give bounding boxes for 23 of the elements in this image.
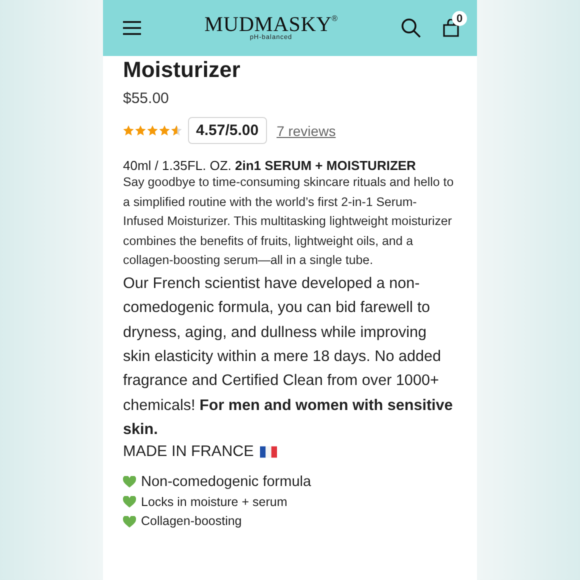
price: $55.00 (123, 90, 170, 108)
rating-score: 4.57/5.00 (188, 117, 267, 144)
logo[interactable]: MUDMASKY (204, 15, 332, 33)
star-icon (135, 125, 146, 136)
star-icon (171, 125, 182, 136)
description: Say goodbye to time-consuming skincare rituals and hello to a simplified routine with the world’s first 2-in-1 Serum-Infused Moisturizer. This multitasking lightweight moisturizer combines the benefits of fruits, lightweight oils, and a collagen-boosting serum—all in a single tube. (123, 174, 455, 270)
origin-text: MADE IN FRANCE (123, 442, 254, 461)
bag-icon[interactable] (443, 19, 459, 37)
registered-mark: ® (332, 15, 338, 23)
cart-count: 0 (452, 11, 467, 26)
flag-icon (260, 446, 277, 458)
feature-text: Collagen-boosting (141, 513, 242, 530)
reviews-link[interactable]: 7 reviews (276, 122, 336, 139)
search-icon[interactable] (401, 18, 421, 38)
star-icon (159, 125, 170, 136)
product-claim: Our French scientist have developed a non-comedogenic formula, you can bid farewell to dryness, aging, and dullness while improving skin elasticity within a mere 18 days. No added fragrance and Certified Clean from over 1000+ chemicals! For men and women with sensitive skin. (123, 274, 454, 440)
menu-icon[interactable] (123, 21, 141, 35)
feature-text: Locks in moisture + serum (141, 494, 288, 511)
star-icon (123, 125, 134, 136)
size-line: 40ml / 1.35FL. OZ. 2in1 SERUM + MOISTURIZER (123, 158, 417, 174)
star-icon (147, 125, 158, 136)
feature-text: Non-comedogenic formula (141, 472, 312, 492)
product-title: Moisturizer (123, 58, 242, 82)
